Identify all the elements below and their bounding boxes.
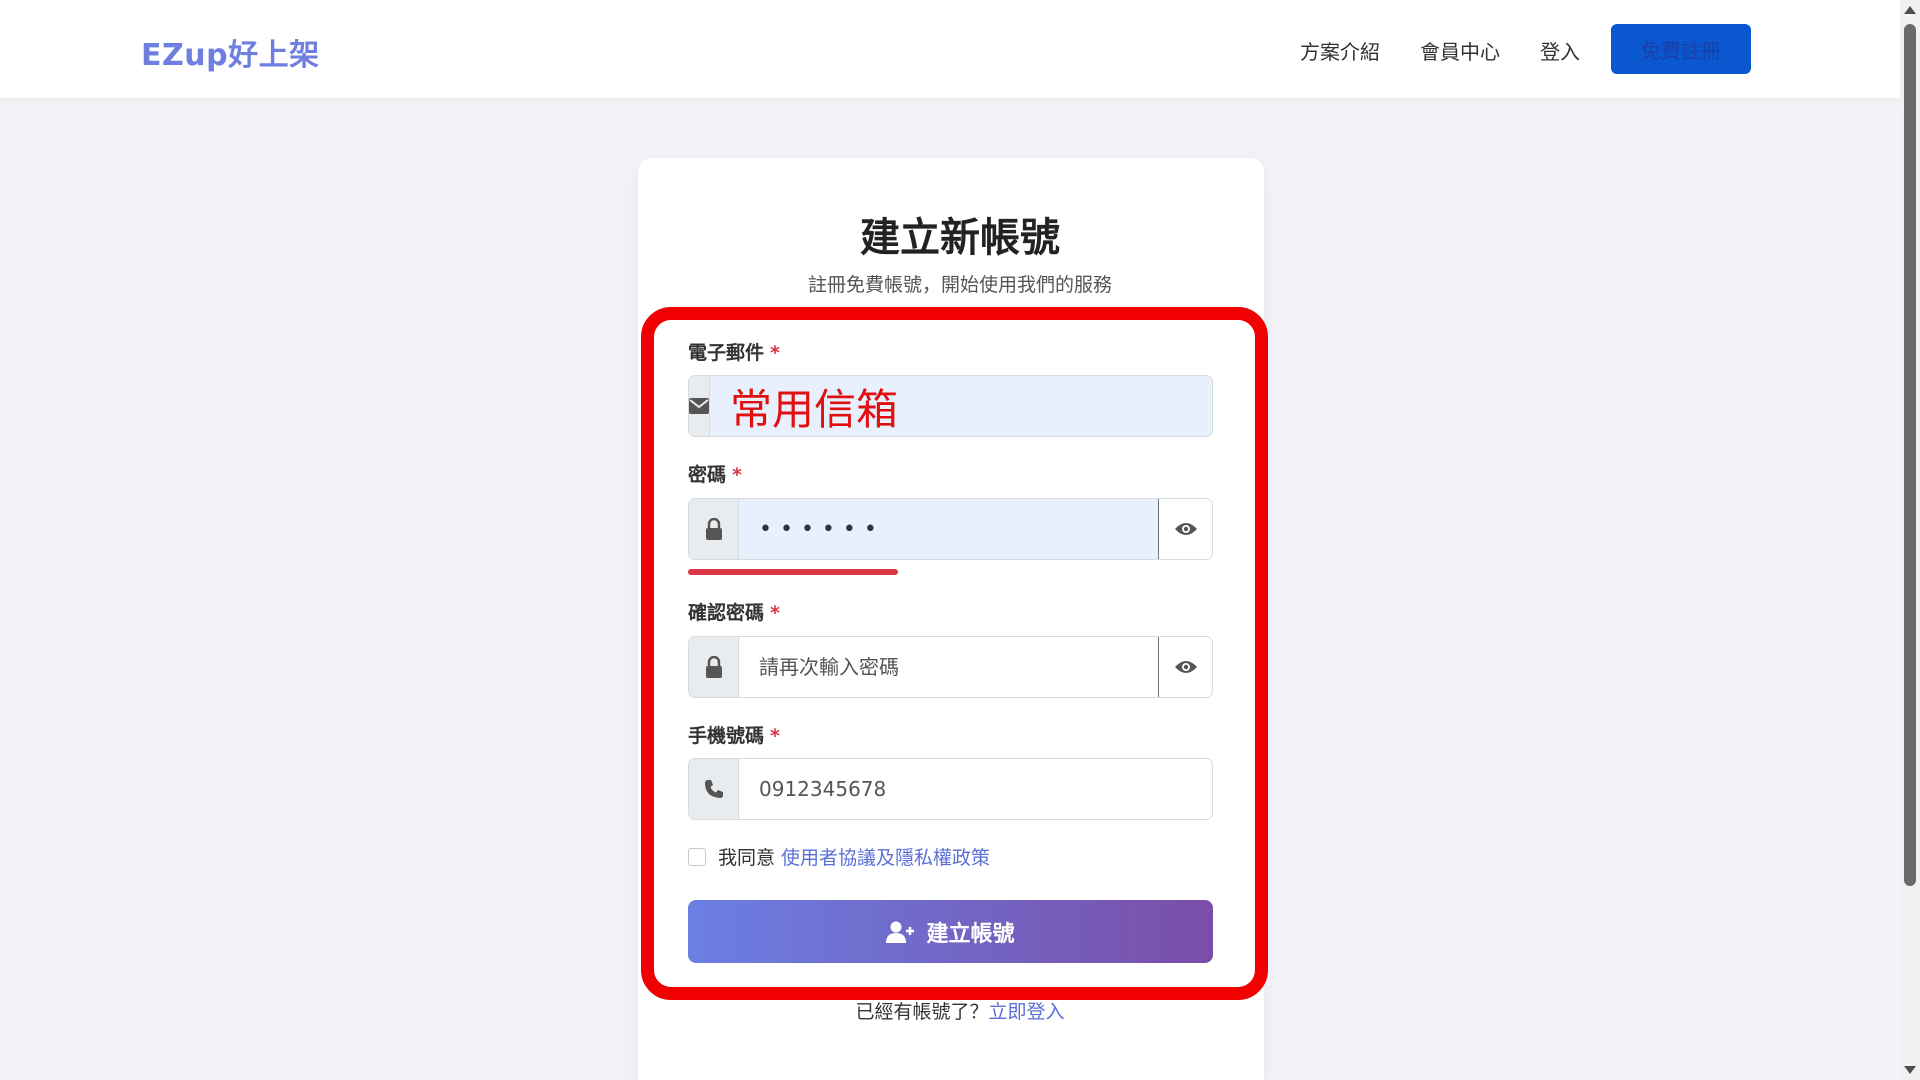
- scrollbar[interactable]: [1900, 0, 1920, 1080]
- phone-label: 手機號碼 *: [688, 721, 780, 748]
- terms-text: 我同意: [718, 847, 776, 869]
- envelope-icon: [689, 376, 710, 436]
- phone-icon: [689, 759, 739, 819]
- toggle-confirm-password-button[interactable]: [1158, 637, 1212, 697]
- terms-row: 我同意 使用者協議及隱私權政策: [688, 843, 990, 870]
- user-plus-icon: [886, 921, 916, 943]
- confirm-password-label-text: 確認密碼: [688, 602, 765, 624]
- email-field[interactable]: [710, 376, 1212, 436]
- confirm-password-field[interactable]: [739, 637, 1158, 697]
- login-now-link[interactable]: 立即登入: [989, 1001, 1065, 1023]
- confirm-password-label: 確認密碼 *: [688, 598, 780, 625]
- phone-input-group: [688, 758, 1213, 820]
- password-field[interactable]: [739, 499, 1158, 559]
- password-strength-bar: [688, 569, 898, 575]
- lock-icon: [689, 499, 739, 559]
- password-input-group: [688, 498, 1213, 560]
- terms-checkbox[interactable]: [688, 847, 706, 866]
- nav-member-link[interactable]: 會員中心: [1420, 36, 1500, 65]
- login-prompt-text: 已經有帳號了？: [855, 1001, 989, 1023]
- eye-icon: [1174, 521, 1198, 537]
- required-mark: *: [770, 725, 780, 747]
- page-title: 建立新帳號: [860, 215, 1060, 261]
- required-mark: *: [732, 464, 742, 486]
- toggle-password-button[interactable]: [1158, 499, 1212, 559]
- required-mark: *: [770, 342, 780, 364]
- nav-login-link[interactable]: 登入: [1540, 36, 1580, 65]
- nav-signup-button[interactable]: 免費註冊: [1611, 24, 1751, 74]
- password-label: 密碼 *: [688, 460, 742, 487]
- confirm-password-input-group: [688, 636, 1213, 698]
- page-subtitle: 註冊免費帳號，開始使用我們的服務: [807, 274, 1112, 296]
- required-mark: *: [770, 602, 780, 624]
- nav-plans-link[interactable]: 方案介紹: [1300, 36, 1380, 65]
- email-label-text: 電子郵件: [688, 342, 765, 364]
- scroll-up-icon[interactable]: [1904, 6, 1916, 14]
- email-input-group: [688, 375, 1213, 437]
- scroll-down-icon[interactable]: [1904, 1066, 1916, 1074]
- terms-link[interactable]: 使用者協議及隱私權政策: [781, 843, 990, 870]
- phone-field[interactable]: [739, 759, 1212, 819]
- email-label: 電子郵件 *: [688, 338, 780, 365]
- brand-logo[interactable]: EZup好上架: [141, 30, 320, 74]
- eye-icon: [1174, 659, 1198, 675]
- lock-icon: [689, 637, 739, 697]
- password-label-text: 密碼: [688, 464, 727, 486]
- create-account-label: 建立帳號: [926, 921, 1015, 947]
- scroll-thumb[interactable]: [1904, 24, 1916, 886]
- login-prompt: 已經有帳號了？立即登入: [0, 997, 1920, 1024]
- create-account-button[interactable]: 建立帳號: [688, 900, 1213, 963]
- navbar: EZup好上架 方案介紹 會員中心 登入 免費註冊: [0, 0, 1900, 98]
- phone-label-text: 手機號碼: [688, 725, 765, 747]
